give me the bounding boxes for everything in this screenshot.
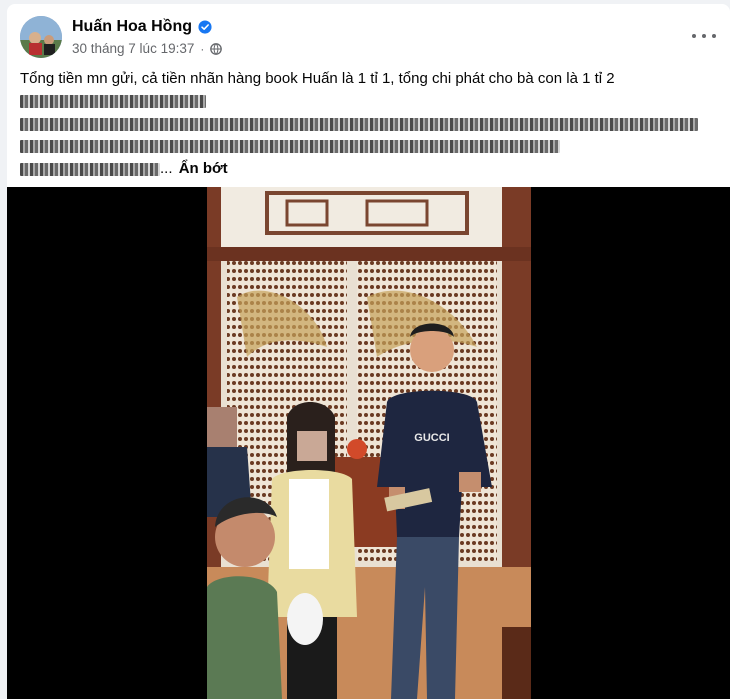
separator-dot: · <box>200 41 205 56</box>
post-text-line-redacted <box>20 113 720 136</box>
more-options-icon[interactable] <box>692 28 716 44</box>
author-name[interactable]: Huấn Hoa Hồng <box>72 18 192 36</box>
shirt-logo-text: GUCCI <box>414 432 449 444</box>
post-card: Huấn Hoa Hồng 30 tháng 7 lúc 19:37 · Tổn… <box>7 4 730 699</box>
post-timestamp[interactable]: 30 tháng 7 lúc 19:37 <box>72 41 194 56</box>
see-less-link[interactable]: Ẩn bớt <box>179 160 228 177</box>
video-frame: GUCCI <box>207 187 531 699</box>
post-text-line-last: ... Ẩn bớt <box>20 158 720 181</box>
post-text-line-redacted <box>20 136 720 159</box>
post-text-ellipsis: ... <box>160 160 173 177</box>
avatar[interactable] <box>20 16 62 58</box>
post-header: Huấn Hoa Hồng 30 tháng 7 lúc 19:37 · <box>20 14 730 60</box>
post-text-line-redacted <box>20 91 720 114</box>
video-scene-image: GUCCI <box>207 187 531 699</box>
post-text: Tổng tiền mn gửi, cả tiền nhãn hàng book… <box>20 68 720 181</box>
post-text-line: Tổng tiền mn gửi, cả tiền nhãn hàng book… <box>20 70 615 87</box>
post-video[interactable]: GUCCI <box>7 187 730 699</box>
verified-badge-icon <box>198 20 212 34</box>
globe-icon <box>210 42 223 55</box>
